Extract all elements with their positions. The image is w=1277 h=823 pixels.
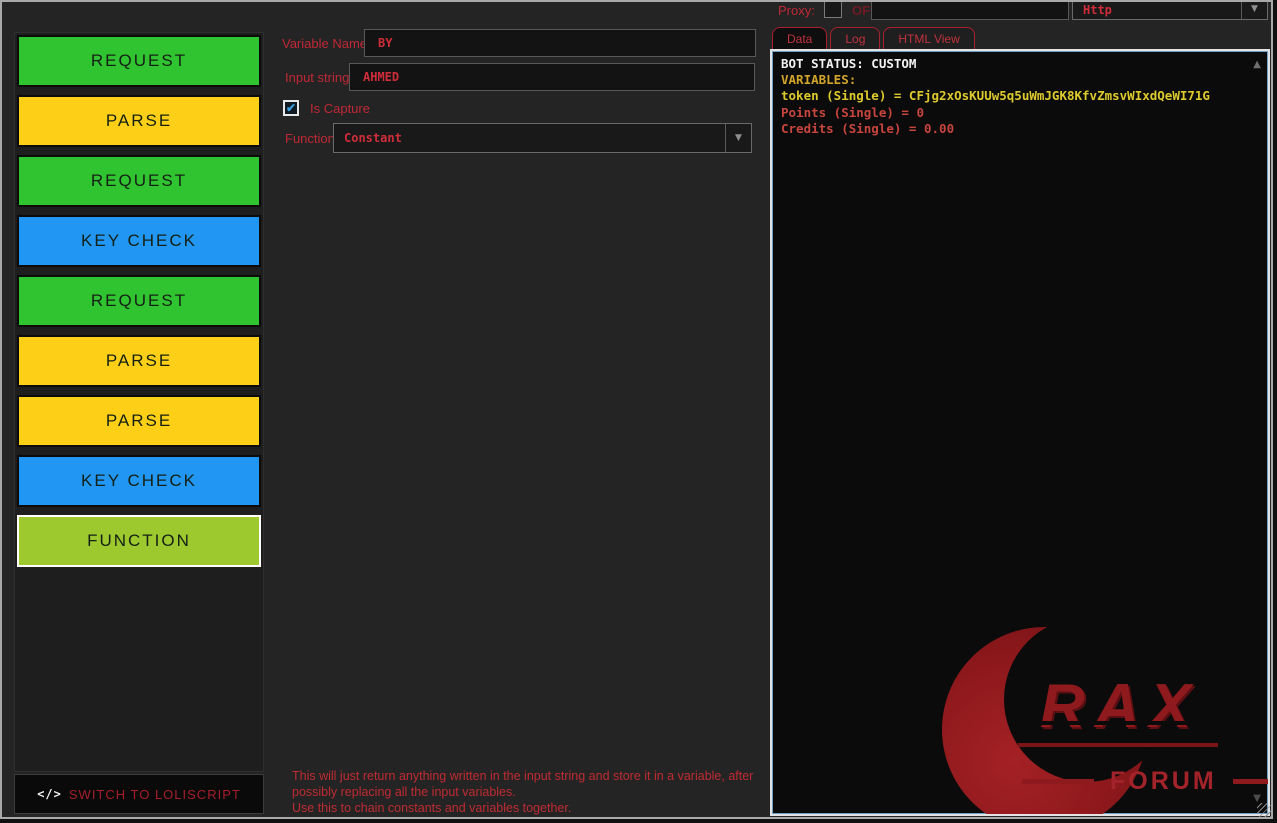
watermark-sub: FORUM: [1110, 767, 1217, 796]
scroll-up-icon[interactable]: ▲: [1253, 59, 1261, 70]
switch-to-loliscript-button[interactable]: </> SWITCH TO LOLISCRIPT: [14, 774, 264, 814]
block-list: REQUEST PARSE REQUEST KEY CHECK REQUEST PARSE…: [17, 35, 261, 567]
chevron-down-icon[interactable]: ▼: [1241, 0, 1267, 19]
block-parse[interactable]: PARSE: [17, 395, 261, 447]
function-dropdown[interactable]: Constant ▼: [333, 123, 752, 153]
help-line-1: This will just return anything written i…: [292, 768, 764, 800]
watermark-brand: RAX: [1040, 671, 1201, 742]
tab-log[interactable]: Log: [830, 27, 880, 49]
console-output: BOT STATUS: CUSTOMVARIABLES:token (Singl…: [781, 56, 1244, 137]
block-function[interactable]: FUNCTION: [17, 515, 261, 567]
block-request[interactable]: REQUEST: [17, 155, 261, 207]
input-string-label: Input string:: [285, 70, 353, 85]
console-line: BOT STATUS: CUSTOM: [781, 56, 1244, 72]
is-capture-checkbox[interactable]: ✔: [283, 100, 299, 116]
proxy-type-value: Http: [1083, 3, 1112, 17]
block-parse[interactable]: PARSE: [17, 95, 261, 147]
switch-to-loliscript-label: SWITCH TO LOLISCRIPT: [69, 787, 241, 802]
function-label: Function:: [285, 131, 338, 146]
code-icon: </>: [37, 787, 62, 801]
input-string-input[interactable]: AHMED: [349, 63, 755, 91]
block-key-check[interactable]: KEY CHECK: [17, 455, 261, 507]
proxy-type-dropdown[interactable]: Http ▼: [1072, 0, 1268, 20]
variable-name-label: Variable Name:: [282, 36, 371, 51]
console-line: Credits (Single) = 0.00: [781, 121, 1244, 137]
proxy-input[interactable]: [871, 0, 1069, 20]
console-line: Points (Single) = 0: [781, 105, 1244, 121]
function-dropdown-value: Constant: [344, 131, 402, 145]
chevron-down-icon[interactable]: ▼: [725, 124, 751, 152]
crax-forum-watermark: RAX FORUM: [942, 609, 1262, 814]
variable-name-input[interactable]: BY: [364, 29, 756, 57]
is-capture-label: Is Capture: [310, 101, 370, 116]
console-line: VARIABLES:: [781, 72, 1244, 88]
block-stack-panel: REQUEST PARSE REQUEST KEY CHECK REQUEST PARSE…: [14, 32, 264, 772]
console-line: token (Single) = CFjg2xOsKUUw5q5uWmJGK8K…: [781, 88, 1244, 104]
help-line-2: Use this to chain constants and variable…: [292, 800, 764, 816]
block-request[interactable]: REQUEST: [17, 275, 261, 327]
tab-data[interactable]: Data: [772, 27, 827, 49]
resize-grip[interactable]: [1257, 803, 1271, 817]
tab-html-view[interactable]: HTML View: [883, 27, 974, 49]
proxy-label: Proxy:: [778, 3, 815, 18]
app-window: REQUEST PARSE REQUEST KEY CHECK REQUEST PARSE…: [0, 0, 1273, 819]
block-parse[interactable]: PARSE: [17, 335, 261, 387]
block-key-check[interactable]: KEY CHECK: [17, 215, 261, 267]
block-help-text: This will just return anything written i…: [292, 768, 764, 816]
crax-crescent-icon: [942, 627, 1147, 816]
block-request[interactable]: REQUEST: [17, 35, 261, 87]
proxy-checkbox[interactable]: [824, 0, 842, 18]
console-tabs: DataLogHTML View: [772, 27, 975, 49]
data-console: RAX FORUM BOT STATUS: CUSTOMVARIABLES:to…: [770, 49, 1270, 816]
